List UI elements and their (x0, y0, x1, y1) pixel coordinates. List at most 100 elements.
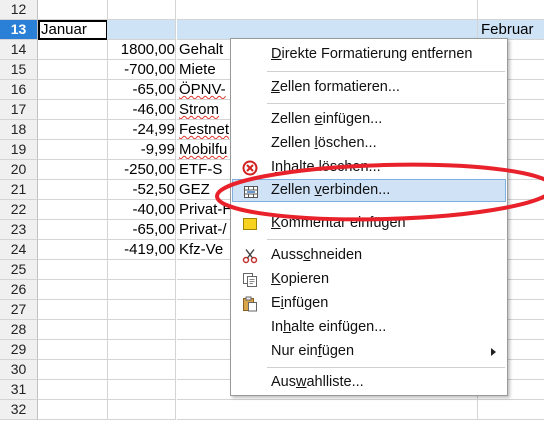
menu-item-label: Inhalte einfügen... (271, 319, 387, 335)
menu-item-label: Direkte Formatierung entfernen (271, 46, 473, 62)
cell-b[interactable]: -65,00 (107, 80, 176, 100)
cell-a[interactable] (38, 400, 108, 420)
menu-separator (267, 71, 505, 72)
row-header[interactable]: 22 (0, 200, 38, 220)
cell-value: -52,50 (132, 181, 175, 198)
cell-b[interactable] (107, 320, 176, 340)
row-header[interactable]: 20 (0, 160, 38, 180)
row-header[interactable]: 18 (0, 120, 38, 140)
row-header[interactable]: 21 (0, 180, 38, 200)
cell-b[interactable]: -52,50 (107, 180, 176, 200)
menu-item-paste-only[interactable]: Nur einfügen (232, 340, 506, 363)
cell-b[interactable] (107, 360, 176, 380)
cell-b[interactable] (107, 260, 176, 280)
cell-b[interactable] (107, 0, 176, 20)
cell-value: Kfz-Ve (179, 241, 224, 258)
menu-item-copy[interactable]: Kopieren (232, 268, 506, 291)
cell-d[interactable] (478, 0, 544, 20)
cell-value: -24,99 (132, 121, 175, 138)
cell-b[interactable]: -250,00 (107, 160, 176, 180)
cell-value: Januar (41, 21, 87, 38)
cell-a[interactable] (38, 80, 108, 100)
cell-a[interactable] (38, 100, 108, 120)
menu-item-selection-list[interactable]: Auswahlliste... (232, 371, 506, 394)
cell-a[interactable] (38, 220, 108, 240)
cell-b[interactable]: -40,00 (107, 200, 176, 220)
cell-c[interactable] (177, 0, 478, 20)
row-header[interactable]: 29 (0, 340, 38, 360)
row-header[interactable]: 13 (0, 20, 38, 40)
cell-value: -250,00 (124, 161, 175, 178)
cell-a[interactable] (38, 380, 108, 400)
menu-item-delete-cells[interactable]: Zellen löschen... (232, 132, 506, 155)
cell-b[interactable]: -9,99 (107, 140, 176, 160)
cell-a[interactable] (38, 0, 108, 20)
row-header[interactable]: 16 (0, 80, 38, 100)
row-header[interactable]: 25 (0, 260, 38, 280)
row-header[interactable]: 12 (0, 0, 38, 20)
cell-value: GEZ (179, 181, 210, 198)
cell-b[interactable] (107, 340, 176, 360)
cell-b[interactable] (107, 380, 176, 400)
menu-item-paste-special[interactable]: Inhalte einfügen... (232, 316, 506, 339)
cell-a[interactable] (38, 60, 108, 80)
cell-value: -700,00 (124, 61, 175, 78)
row-header[interactable]: 27 (0, 300, 38, 320)
cell-a[interactable]: Januar (38, 20, 108, 40)
row-header[interactable]: 17 (0, 100, 38, 120)
row-header[interactable]: 28 (0, 320, 38, 340)
cell-value: 1800,00 (120, 41, 175, 58)
cell-a[interactable] (38, 120, 108, 140)
cell-a[interactable] (38, 40, 108, 60)
cell-b[interactable]: -24,99 (107, 120, 176, 140)
menu-item-insert-comment[interactable]: Kommentar einfügen (232, 212, 506, 235)
cell-b[interactable]: -46,00 (107, 100, 176, 120)
cell-b[interactable] (107, 400, 176, 420)
cell-value: ETF-S (179, 161, 223, 178)
menu-item-paste[interactable]: Einfügen (232, 292, 506, 315)
row-header[interactable]: 31 (0, 380, 38, 400)
cell-b[interactable]: 1800,00 (107, 40, 176, 60)
row-header[interactable]: 14 (0, 40, 38, 60)
cell-a[interactable] (38, 260, 108, 280)
clipboard-icon (242, 296, 258, 312)
cell-b[interactable] (107, 20, 176, 40)
row-header[interactable]: 26 (0, 280, 38, 300)
menu-item-format-cells[interactable]: Zellen formatieren... (232, 76, 506, 99)
cell-a[interactable] (38, 340, 108, 360)
cell-value: Februar (481, 21, 534, 38)
row-header[interactable]: 24 (0, 240, 38, 260)
menu-item-remove-formatting[interactable]: Direkte Formatierung entfernen (232, 43, 506, 66)
row-header[interactable]: 30 (0, 360, 38, 380)
cell-a[interactable] (38, 360, 108, 380)
cell-a[interactable] (38, 200, 108, 220)
cell-a[interactable] (38, 300, 108, 320)
cell-a[interactable] (38, 240, 108, 260)
menu-item-merge-cells[interactable]: Zellen verbinden... (232, 179, 506, 202)
menu-item-insert-cells[interactable]: Zellen einfügen... (232, 108, 506, 131)
cell-a[interactable] (38, 160, 108, 180)
cell-a[interactable] (38, 320, 108, 340)
cell-b[interactable] (107, 300, 176, 320)
cell-c[interactable] (177, 20, 478, 40)
cell-c[interactable] (177, 400, 478, 420)
cell-a[interactable] (38, 280, 108, 300)
menu-item-label: Ausschneiden (271, 247, 363, 263)
cell-b[interactable]: -65,00 (107, 220, 176, 240)
cell-a[interactable] (38, 140, 108, 160)
cell-b[interactable] (107, 280, 176, 300)
row-header[interactable]: 23 (0, 220, 38, 240)
row-header[interactable]: 32 (0, 400, 38, 420)
menu-item-cut[interactable]: Ausschneiden (232, 244, 506, 267)
cell-b[interactable]: -700,00 (107, 60, 176, 80)
cell-a[interactable] (38, 180, 108, 200)
cell-d[interactable]: Februar (478, 20, 544, 40)
row-header[interactable]: 19 (0, 140, 38, 160)
cell-d[interactable] (478, 400, 544, 420)
menu-item-label: Kommentar einfügen (271, 215, 406, 231)
row-header[interactable]: 15 (0, 60, 38, 80)
cell-value: Festnet (179, 121, 230, 138)
cell-b[interactable]: -419,00 (107, 240, 176, 260)
cell-value: ÖPNV- (179, 81, 226, 98)
menu-item-delete-contents[interactable]: Inhalte löschen... (232, 156, 506, 179)
